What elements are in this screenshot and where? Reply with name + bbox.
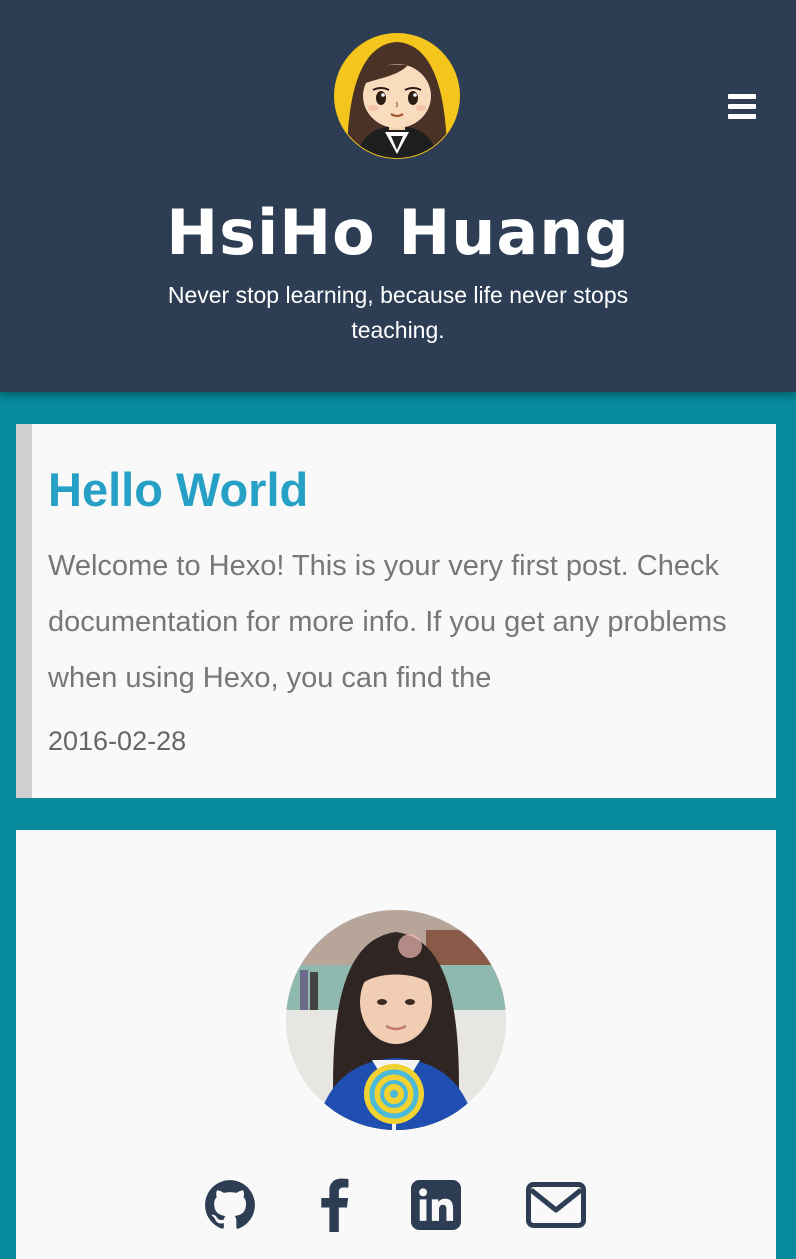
site-title[interactable]: HsiHo Huang: [0, 196, 796, 269]
post-title-link[interactable]: Hello World: [48, 462, 308, 517]
email-link[interactable]: [524, 1175, 588, 1235]
github-link[interactable]: [198, 1175, 262, 1235]
linkedin-link[interactable]: [404, 1175, 468, 1235]
github-icon: [205, 1180, 255, 1229]
post-date: 2016-02-28: [48, 726, 187, 756]
linkedin-icon: [411, 1180, 461, 1230]
facebook-icon: [321, 1178, 349, 1232]
post-card: Hello World Welcome to Hexo! This is you…: [16, 424, 776, 798]
site-tagline: Never stop learning, because life never …: [167, 282, 629, 343]
site-header: HsiHo Huang Never stop learning, because…: [0, 0, 796, 392]
facebook-link[interactable]: [302, 1175, 366, 1235]
profile-photo: [286, 910, 506, 1130]
hamburger-menu-icon: [728, 93, 756, 99]
site-logo-icon[interactable]: [333, 32, 461, 160]
mail-icon: [526, 1182, 586, 1228]
menu-button[interactable]: [722, 86, 762, 126]
post-excerpt: Welcome to Hexo! This is your very first…: [48, 550, 727, 694]
profile-card: [16, 830, 776, 1259]
